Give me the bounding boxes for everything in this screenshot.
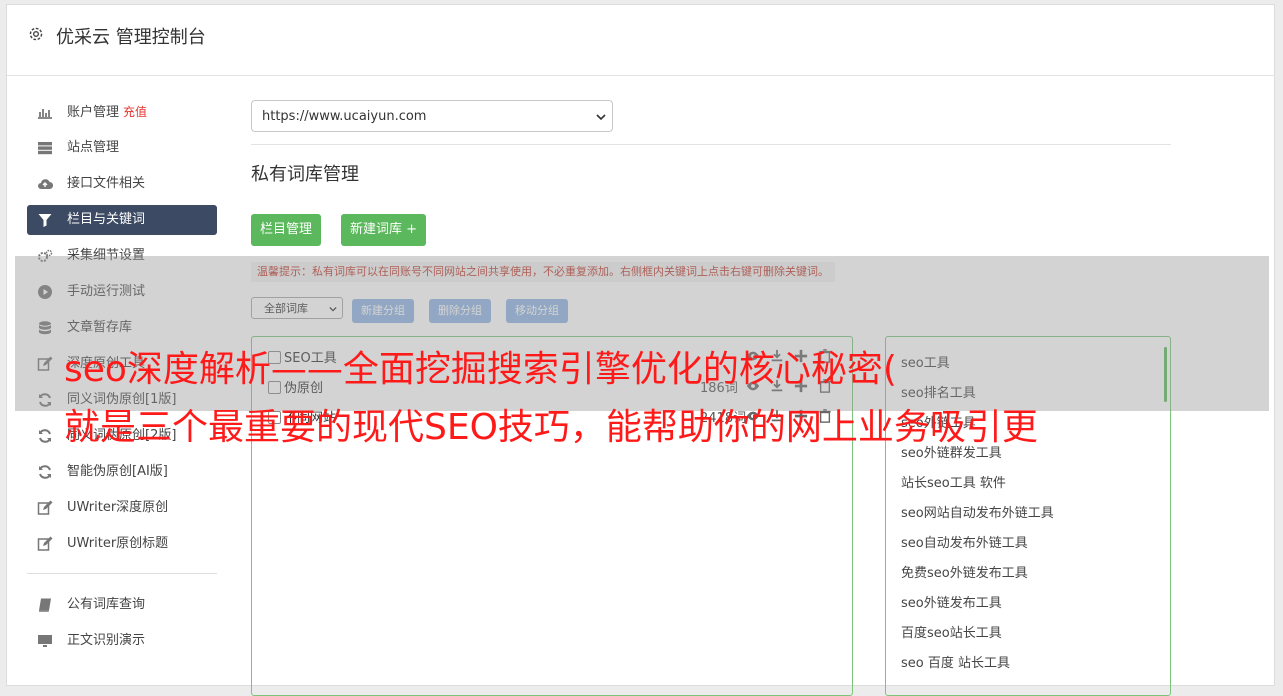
sidebar-item-text-detect[interactable]: 正文识别演示 [27,626,217,656]
section-title: 私有词库管理 [251,164,359,185]
sidebar-item-label: 站点管理 [67,140,120,155]
edit-icon [37,500,53,515]
keyword-item[interactable]: 免费seo外链发布工具 [901,562,1028,581]
keyword-item[interactable]: 站长seo工具 软件 [901,472,1006,491]
refresh-icon [39,465,51,479]
sidebar-item-label: 正文识别演示 [67,633,146,648]
sidebar-item-label: 智能伪原创[AI版] [67,464,168,479]
filter-icon [38,214,52,227]
sidebar-item-ai-rewrite[interactable]: 智能伪原创[AI版] [27,457,217,487]
cloud-upload-icon [38,179,53,190]
column-manage-button[interactable]: 栏目管理 [251,214,322,246]
gear-icon [29,27,43,41]
sidebar-item-sites[interactable]: 站点管理 [27,133,217,163]
monitor-icon [38,635,52,647]
bar-chart-icon [38,109,52,119]
sidebar-item-label: 栏目与关键词 [67,212,146,227]
refresh-icon [39,429,51,443]
keyword-item[interactable]: seo自动发布外链工具 [901,532,1028,551]
sidebar-divider [27,573,217,574]
server-icon [38,142,52,155]
sidebar-item-account[interactable]: 账户管理 充值 [27,97,217,127]
sidebar-item-interface[interactable]: 接口文件相关 [27,169,217,199]
page-title: 优采云 管理控制台 [56,27,206,48]
keyword-item[interactable]: seo网站自动发布外链工具 [901,502,1054,521]
sidebar-item-uwriter-deep[interactable]: UWriter深度原创 [27,493,217,523]
keyword-item[interactable]: seo 百度 站长工具 [901,652,1010,671]
overlay-headline-line2: 就是三个最重要的现代SEO技巧，能帮助你的网上业务吸引更 [64,407,1038,448]
site-select-value: https://www.ucaiyun.com [262,109,427,124]
new-lexicon-button[interactable]: 新建词库 + [341,214,427,246]
keyword-item[interactable]: 百度seo站长工具 [901,622,1002,641]
sidebar-item-columns-keywords[interactable]: 栏目与关键词 [27,205,217,235]
keyword-item[interactable]: seo外链发布工具 [901,592,1002,611]
recharge-link[interactable]: 充值 [123,105,147,119]
site-select[interactable]: https://www.ucaiyun.com [251,100,613,132]
divider [251,144,1171,145]
edit-icon [37,536,53,551]
sidebar-item-label: 接口文件相关 [67,176,146,191]
overlay-headline-line1: seo深度解析——全面挖掘搜索引擎优化的核心秘密( [64,349,897,390]
sidebar-item-public-lexicon[interactable]: 公有词库查询 [27,590,217,620]
sidebar-item-label: 账户管理 [67,105,120,120]
sidebar-item-label: UWriter深度原创 [67,500,169,515]
header: 优采云 管理控制台 [7,5,1274,76]
chevron-down-icon [596,114,606,121]
book-icon [39,598,51,612]
sidebar-item-uwriter-title[interactable]: UWriter原创标题 [27,529,217,559]
sidebar-item-label: 公有词库查询 [67,597,146,612]
sidebar-item-label: UWriter原创标题 [67,536,169,551]
